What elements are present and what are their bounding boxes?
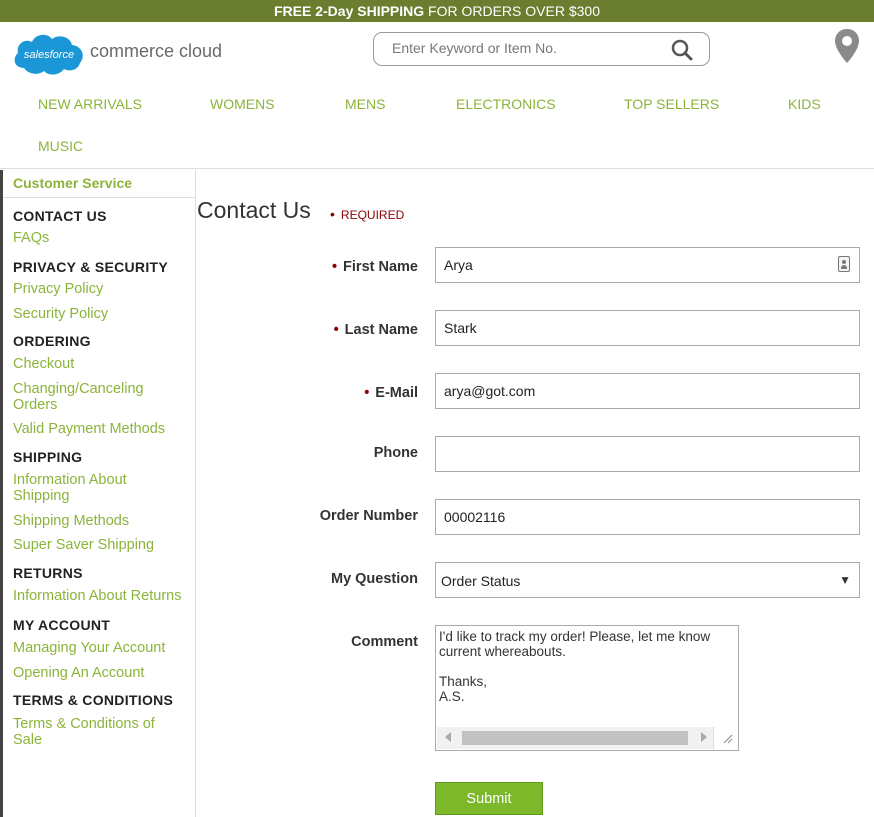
search-input[interactable] (392, 40, 652, 56)
sidebar-title[interactable]: Customer Service (3, 170, 195, 198)
nav-new-arrivals[interactable]: NEW ARRIVALS (38, 96, 142, 112)
salesforce-cloud-logo: salesforce (12, 28, 86, 78)
phone-label: Phone (373, 445, 418, 461)
sidebar-link-security-policy[interactable]: Security Policy (13, 306, 195, 322)
sidebar-heading-returns[interactable]: RETURNS (13, 565, 195, 581)
sidebar-heading-ordering[interactable]: ORDERING (13, 333, 195, 349)
promo-text: FOR ORDERS OVER $300 (424, 3, 600, 19)
sidebar-link-terms-of-sale[interactable]: Terms & Conditions of Sale (13, 716, 183, 748)
question-label: My Question (330, 571, 418, 587)
sidebar-heading-shipping[interactable]: SHIPPING (13, 449, 195, 465)
nav-music[interactable]: MUSIC (38, 138, 83, 154)
sidebar-link-shipping-info[interactable]: Information About Shipping (13, 472, 183, 504)
sidebar-link-super-saver[interactable]: Super Saver Shipping (13, 537, 195, 553)
contact-form-area: Contact Us •REQUIRED •First Name •Last N… (197, 170, 874, 817)
order-number-field[interactable] (435, 499, 860, 535)
first-name-label: • First Name (331, 259, 418, 275)
first-name-field[interactable] (435, 247, 860, 283)
sidebar-link-faqs[interactable]: FAQs (13, 230, 195, 246)
sidebar: Customer Service CONTACT US FAQs PRIVACY… (0, 170, 196, 817)
first-name-wrap (435, 247, 860, 283)
logo-product-text: commerce cloud (90, 40, 223, 61)
sidebar-heading-privacy[interactable]: PRIVACY & SECURITY (13, 259, 195, 275)
search-box (373, 32, 710, 66)
site-header: salesforce commerce cloud (0, 22, 874, 82)
submit-button[interactable]: Submit (435, 782, 543, 815)
sidebar-link-payment-methods[interactable]: Valid Payment Methods (13, 421, 195, 437)
comment-text: I'd like to track my order! Please, let … (439, 629, 711, 704)
sidebar-link-managing-account[interactable]: Managing Your Account (13, 640, 195, 656)
scrollbar-thumb[interactable] (462, 731, 688, 745)
sidebar-heading-terms[interactable]: TERMS & CONDITIONS (13, 692, 195, 708)
scroll-left-arrow-icon[interactable] (445, 732, 451, 742)
sidebar-heading-contact[interactable]: CONTACT US (13, 208, 195, 224)
promo-bold: FREE 2-Day SHIPPING (274, 3, 425, 19)
resize-handle-icon[interactable] (713, 727, 737, 749)
map-pin-icon[interactable] (834, 28, 860, 69)
logo-brand-text: salesforce (24, 49, 74, 61)
dropdown-arrow-icon: ▼ (839, 573, 851, 587)
nav-top-sellers[interactable]: TOP SELLERS (624, 96, 719, 112)
horizontal-scrollbar[interactable] (437, 727, 713, 749)
sidebar-link-changing-orders[interactable]: Changing/Canceling Orders (13, 381, 183, 413)
sidebar-link-privacy-policy[interactable]: Privacy Policy (13, 281, 195, 297)
email-label: • E-Mail (364, 385, 418, 401)
sidebar-link-shipping-methods[interactable]: Shipping Methods (13, 513, 195, 529)
contact-card-icon[interactable] (838, 256, 850, 272)
order-number-label: Order Number (319, 508, 418, 524)
sidebar-list: CONTACT US FAQs PRIVACY & SECURITY Priva… (3, 198, 195, 748)
question-select[interactable]: Order Status ▼ (435, 562, 860, 598)
comment-textarea[interactable]: I'd like to track my order! Please, let … (435, 625, 739, 751)
sidebar-link-opening-account[interactable]: Opening An Account (13, 665, 195, 681)
phone-field[interactable] (435, 436, 860, 472)
sidebar-heading-my-account[interactable]: MY ACCOUNT (13, 617, 195, 633)
nav-kids[interactable]: KIDS (788, 96, 821, 112)
comment-label: Comment (351, 634, 418, 650)
site-logo[interactable]: salesforce commerce cloud (12, 28, 222, 78)
nav-mens[interactable]: MENS (345, 96, 385, 112)
scroll-right-arrow-icon[interactable] (701, 732, 707, 742)
sidebar-link-checkout[interactable]: Checkout (13, 356, 195, 372)
question-selected-value: Order Status (441, 573, 521, 589)
last-name-label: • Last Name (333, 322, 418, 338)
main-nav: NEW ARRIVALS WOMENS MENS ELECTRONICS TOP… (0, 82, 874, 169)
required-note: • REQUIRED (330, 206, 405, 222)
page-title: Contact Us (197, 197, 311, 223)
required-note-text: REQUIRED (340, 208, 405, 222)
last-name-field[interactable] (435, 310, 860, 346)
sidebar-link-returns-info[interactable]: Information About Returns (13, 588, 183, 604)
email-field[interactable] (435, 373, 860, 409)
promo-banner: FREE 2-Day SHIPPING FOR ORDERS OVER $300 (0, 0, 874, 22)
search-icon[interactable] (671, 39, 693, 66)
nav-electronics[interactable]: ELECTRONICS (456, 96, 556, 112)
nav-womens[interactable]: WOMENS (210, 96, 275, 112)
